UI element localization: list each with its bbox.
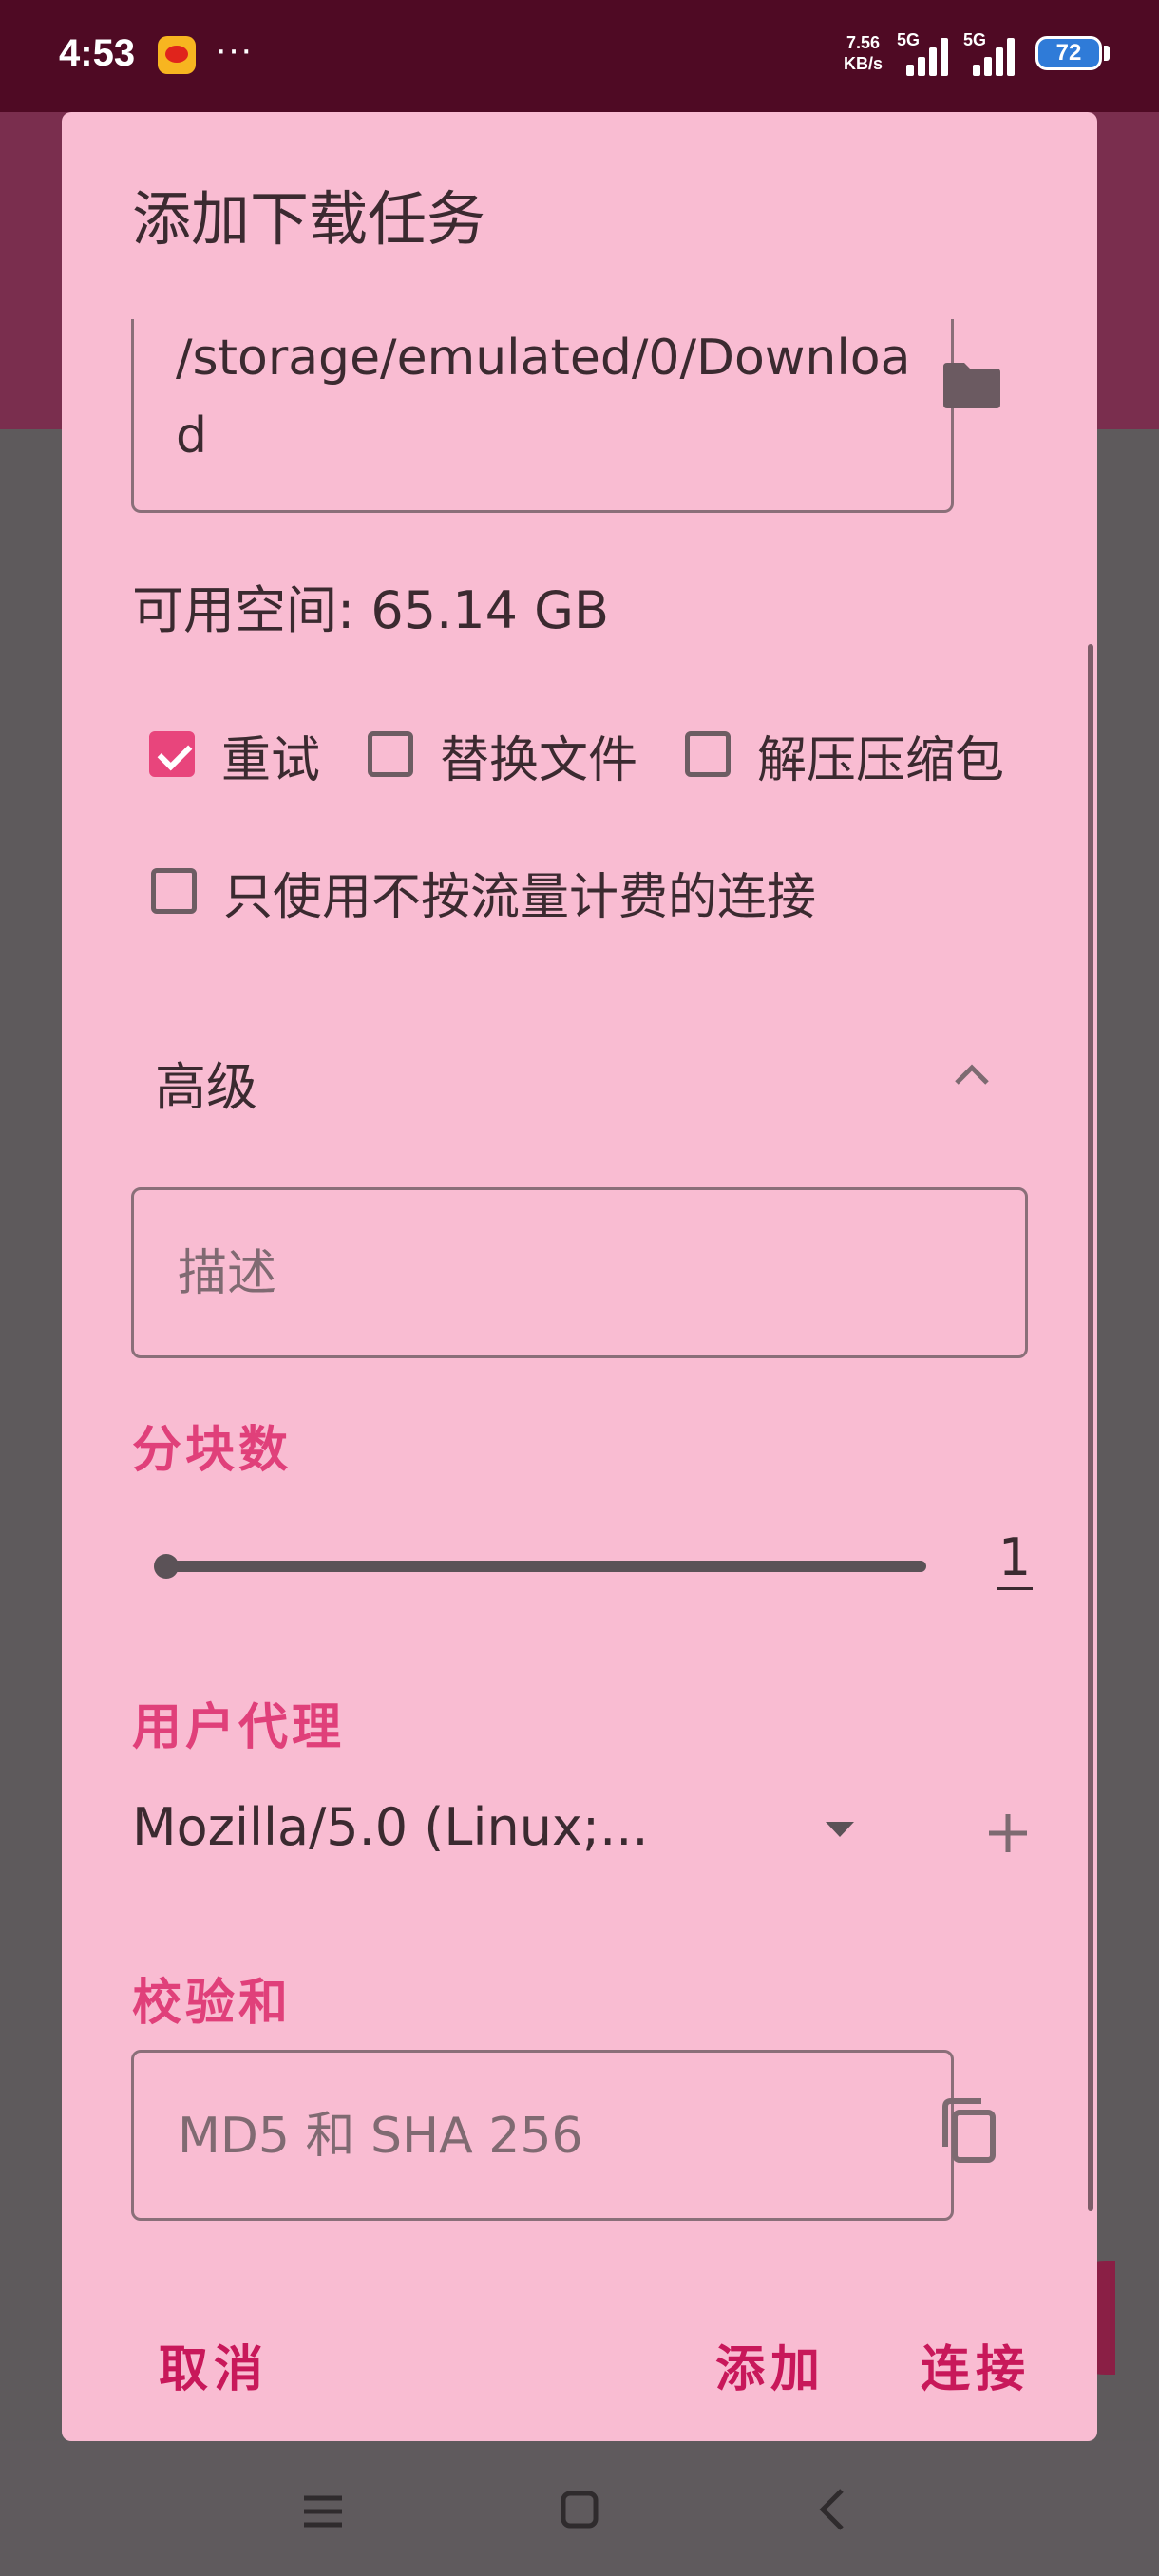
unzip-label: 解压压缩包 <box>757 732 1005 789</box>
network-speed: 7.56 KB/s <box>844 32 883 74</box>
battery-icon: 72 <box>1036 36 1102 70</box>
chunks-value: 1 <box>997 1527 1033 1590</box>
status-time: 4:53 <box>59 32 136 74</box>
free-space-text: 可用空间: 65.14 GB <box>132 580 610 640</box>
folder-icon[interactable] <box>941 361 1002 410</box>
unmetered-only-label: 只使用不按流量计费的连接 <box>223 869 817 926</box>
home-icon[interactable] <box>560 2491 598 2529</box>
weibo-icon <box>158 36 196 74</box>
signal-2-icon: 5G <box>963 30 1022 76</box>
status-bar: 4:53 ··· 7.56 KB/s 5G 5G 72 <box>0 0 1159 112</box>
plus-icon[interactable] <box>985 1810 1031 1856</box>
signal-1-label: 5G <box>897 30 921 49</box>
chunks-slider-thumb[interactable] <box>154 1554 179 1579</box>
dialog-title: 添加下载任务 <box>132 184 486 254</box>
chevron-up-icon[interactable] <box>951 1060 993 1089</box>
replace-file-checkbox[interactable] <box>368 731 413 777</box>
battery-level: 72 <box>1055 40 1082 66</box>
more-notifications-icon: ··· <box>215 28 253 70</box>
battery-tip <box>1104 46 1110 61</box>
recent-apps-icon[interactable] <box>302 2494 344 2529</box>
retry-checkbox[interactable] <box>149 731 195 777</box>
chunks-slider-track[interactable] <box>166 1561 926 1572</box>
back-icon[interactable] <box>819 2487 846 2532</box>
connect-button[interactable]: 连接 <box>921 2329 1031 2400</box>
signal-2-label: 5G <box>963 30 987 49</box>
retry-label: 重试 <box>221 732 321 789</box>
add-download-dialog: 添加下载任务 /storage/emulated/0/Download 可用空间… <box>62 112 1097 2441</box>
cancel-button[interactable]: 取消 <box>159 2329 269 2400</box>
description-input[interactable] <box>176 1190 997 1357</box>
copy-icon[interactable] <box>940 2097 998 2164</box>
dialog-scrollbar[interactable] <box>1088 644 1093 2211</box>
checksum-field[interactable] <box>131 2050 954 2221</box>
download-path-field[interactable]: /storage/emulated/0/Download <box>131 319 954 513</box>
unzip-checkbox[interactable] <box>685 731 731 777</box>
download-path-value: /storage/emulated/0/Download <box>176 330 911 464</box>
network-speed-value: 7.56 <box>846 33 881 52</box>
user-agent-label: 用户代理 <box>132 1699 346 1756</box>
replace-file-label: 替换文件 <box>440 732 638 789</box>
advanced-section-toggle[interactable]: 高级 <box>155 1045 257 1120</box>
description-field[interactable] <box>131 1187 1028 1358</box>
checksum-label: 校验和 <box>132 1975 293 2032</box>
unmetered-only-checkbox[interactable] <box>151 868 197 914</box>
checksum-input[interactable] <box>176 2053 921 2220</box>
add-button[interactable]: 添加 <box>715 2329 826 2400</box>
chunks-label: 分块数 <box>132 1422 293 1479</box>
signal-1-icon: 5G <box>897 30 956 76</box>
network-speed-unit: KB/s <box>844 54 884 73</box>
dropdown-icon[interactable] <box>824 1820 856 1839</box>
user-agent-dropdown[interactable]: Mozilla/5.0 (Linux;... <box>132 1797 649 1857</box>
